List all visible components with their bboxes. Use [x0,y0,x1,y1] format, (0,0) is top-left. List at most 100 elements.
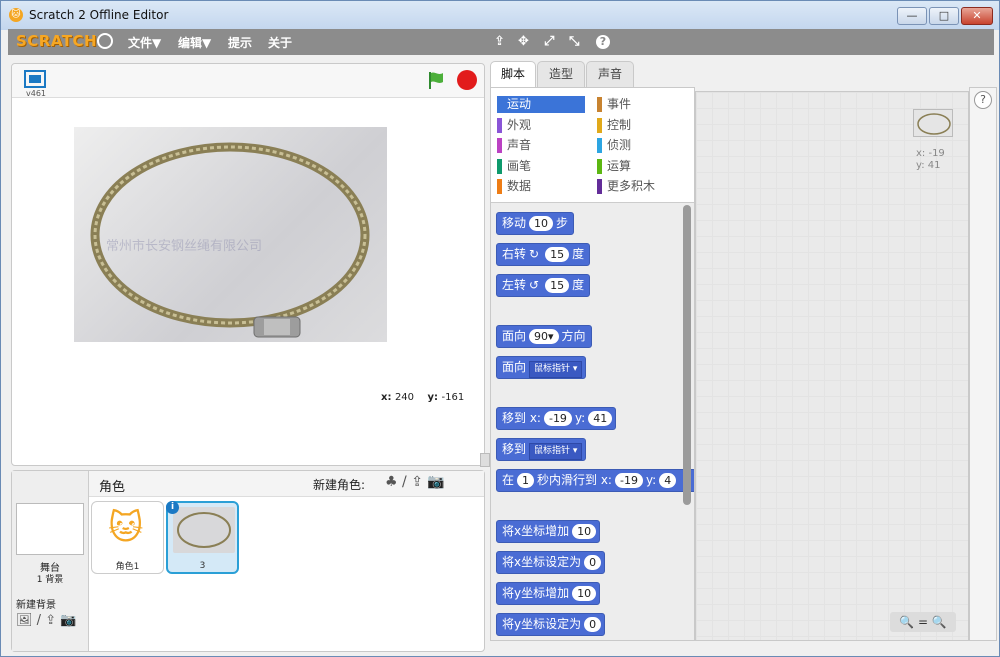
block-go-to-xy[interactable]: 移到 x: -19 y: 41 [496,407,617,430]
block-input[interactable]: 0 [584,617,602,632]
camera-backdrop-icon[interactable]: 📷 [60,613,76,628]
stop-icon[interactable] [457,70,477,90]
block-point-direction[interactable]: 面向 90▾ 方向 [496,325,592,348]
info-icon[interactable]: i [166,501,179,514]
draw-backdrop-icon[interactable]: / [37,613,41,628]
menu-file[interactable]: 文件▼ [128,34,161,51]
menu-edit[interactable]: 编辑▼ [178,34,211,51]
block-text: 移动 [502,216,527,230]
block-set-x[interactable]: 将x坐标设定为 0 [496,551,606,574]
stage-thumbnail[interactable] [16,503,84,555]
block-change-x[interactable]: 将x坐标增加 10 [496,520,601,543]
category-label: 外观 [507,118,532,132]
category-color [597,159,602,174]
backdrop-tools: 🖼 / ⇪ 📷 [16,613,76,628]
block-input[interactable]: 1 [517,473,535,488]
delete-icon[interactable]: ✥ [518,34,529,49]
camera-sprite-icon[interactable]: 📷 [427,474,444,490]
close-button[interactable]: ✕ [961,7,993,25]
block-help-icon[interactable]: ? [596,35,610,49]
paint-backdrop-icon[interactable]: 🖼 [16,613,33,628]
category-pen[interactable]: 画笔 [497,158,531,175]
block-turn-right[interactable]: 右转 ↻ 15 度 [496,243,591,266]
duplicate-icon[interactable]: ⇪ [494,34,505,49]
stage-header: v461 [12,64,484,98]
category-color [497,138,502,153]
minimize-button[interactable]: — [897,7,927,25]
new-sprite-label: 新建角色: [313,478,366,492]
upload-sprite-icon[interactable]: ⇪ [411,474,423,490]
paint-sprite-icon[interactable]: / [402,474,407,490]
block-input[interactable]: 15 [545,247,570,262]
upload-backdrop-icon[interactable]: ⇪ [45,613,56,628]
sprite-tile[interactable]: 🐱 角色1 [91,501,164,574]
category-events[interactable]: 事件 [597,96,631,113]
tab-scripts[interactable]: 脚本 [490,61,536,88]
category-sensing[interactable]: 侦测 [597,137,631,154]
shrink-icon[interactable]: ⤡ [569,34,579,49]
block-text: 右转 [502,247,527,261]
block-input[interactable]: 4 [659,473,677,488]
block-turn-left[interactable]: 左转 ↺ 15 度 [496,274,591,297]
block-change-y[interactable]: 将y坐标增加 10 [496,582,601,605]
category-control[interactable]: 控制 [597,117,631,134]
scripts-area[interactable]: x: -19 y: 41 🔍 = 🔍 [695,91,969,641]
zoom-controls[interactable]: 🔍 = 🔍 [890,612,956,632]
block-dropdown[interactable]: 鼠标指针 ▾ [529,443,583,460]
block-list: 移动 10 步 右转 ↻ 15 度 左转 ↺ 15 度 面向 90▾ 方向 面向 鼠标指针 ▾ 移到 … [491,205,694,640]
fullscreen-icon[interactable] [24,70,46,88]
stage-panel: v461 常州市长安钢丝绳有限公司 [11,63,485,466]
help-icon[interactable]: ? [974,91,992,109]
block-input[interactable]: 41 [588,411,613,426]
palette-scrollbar[interactable] [683,205,691,505]
block-move-steps[interactable]: 移动 10 步 [496,212,575,235]
category-operators[interactable]: 运算 [597,158,631,175]
category-more-blocks[interactable]: 更多积木 [597,178,655,195]
block-input[interactable]: 10 [572,586,597,601]
sprite-library-icon[interactable]: ♣ [385,474,398,490]
block-input[interactable]: 90▾ [529,329,559,344]
category-sound[interactable]: 声音 [497,137,531,154]
current-sprite-thumbnail [913,109,953,137]
category-label: 侦测 [607,138,632,152]
category-label: 事件 [607,97,632,111]
globe-icon[interactable] [97,33,113,49]
tab-costumes[interactable]: 造型 [537,61,585,87]
block-input[interactable]: 10 [529,216,554,231]
block-go-to[interactable]: 移到 鼠标指针 ▾ [496,438,587,461]
block-point-towards[interactable]: 面向 鼠标指针 ▾ [496,356,587,379]
ring-sprite-image[interactable]: 常州市长安钢丝绳有限公司 [74,127,387,342]
maximize-button[interactable]: □ [929,7,959,25]
tab-sounds[interactable]: 声音 [586,61,634,87]
block-set-y[interactable]: 将y坐标设定为 0 [496,613,606,636]
category-color [497,118,502,133]
block-input[interactable]: 0 [584,555,602,570]
grow-icon[interactable]: ⤢ [544,34,554,49]
category-looks[interactable]: 外观 [497,117,531,134]
category-motion[interactable]: 运动 [497,96,585,113]
y-label: y: [427,392,439,403]
block-glide[interactable]: 在 1 秒内滑行到 x: -19 y: 4 [496,469,694,492]
category-color [497,179,502,194]
block-input[interactable]: -19 [614,473,643,488]
block-text: 移到 x: [502,411,541,425]
category-color [597,97,602,112]
menu-about[interactable]: 关于 [268,34,292,51]
app-window: 🐱 Scratch 2 Offline Editor — □ ✕ SCRATCH… [0,0,1000,657]
block-input[interactable]: -19 [543,411,572,426]
block-input[interactable]: 10 [572,524,597,539]
block-dropdown[interactable]: 鼠标指针 ▾ [529,361,583,378]
cat-sprite-icon: 🐱 [108,508,144,548]
menu-tips[interactable]: 提示 [228,34,252,51]
category-data[interactable]: 数据 [497,178,531,195]
scratch-logo[interactable]: SCRATCH [16,32,97,50]
block-text: 将y坐标增加 [502,586,570,600]
sprite-tile-selected[interactable]: 3 i [166,501,239,574]
green-flag-icon[interactable] [426,70,446,90]
window-title: Scratch 2 Offline Editor [29,8,169,22]
block-text: 移到 [502,442,527,456]
sprite-label: 3 [199,561,206,571]
stage-collapse-handle[interactable] [480,453,490,467]
ring-thumb-icon [177,512,231,548]
block-input[interactable]: 15 [545,278,570,293]
